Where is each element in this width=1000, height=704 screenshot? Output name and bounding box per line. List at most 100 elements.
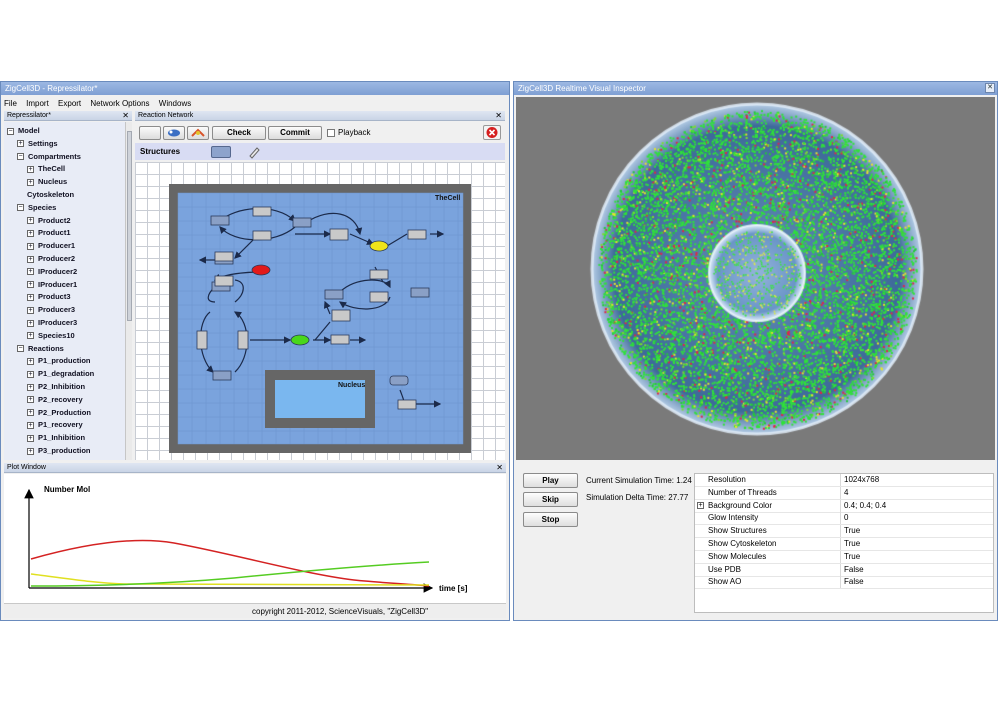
- tree-item[interactable]: + P2_recovery: [27, 394, 83, 406]
- add-species-button[interactable]: [163, 126, 185, 140]
- menu-network-options[interactable]: Network Options: [90, 98, 149, 109]
- tree-item[interactable]: + P1_Inhibition: [27, 432, 85, 444]
- tree-item[interactable]: + IProducer2: [27, 266, 77, 278]
- property-row[interactable]: Show AO False: [695, 576, 993, 590]
- property-row[interactable]: Show Structures True: [695, 525, 993, 539]
- property-row[interactable]: Show Molecules True: [695, 550, 993, 564]
- expand-icon[interactable]: +: [27, 421, 34, 429]
- property-value[interactable]: True: [844, 538, 860, 550]
- expand-icon[interactable]: +: [27, 268, 34, 276]
- expand-icon[interactable]: +: [27, 281, 34, 289]
- tree-item[interactable]: + Producer1: [27, 240, 75, 252]
- editor-titlebar: ZigCell3D - Repressilator*: [1, 82, 509, 95]
- expand-icon[interactable]: +: [27, 178, 34, 186]
- expand-icon[interactable]: +: [27, 217, 34, 225]
- tree-item[interactable]: − Model: [7, 125, 40, 137]
- menu-file[interactable]: File: [4, 98, 17, 109]
- tree-item[interactable]: + Nucleus: [27, 176, 67, 188]
- collapse-icon[interactable]: −: [17, 345, 24, 353]
- skip-button[interactable]: Skip: [523, 492, 578, 507]
- tree-item[interactable]: + Species10: [27, 330, 75, 342]
- expand-icon[interactable]: +: [27, 293, 34, 301]
- expand-icon[interactable]: +: [27, 357, 34, 365]
- tree-item[interactable]: + P3_production: [27, 445, 91, 457]
- tree-item[interactable]: + Product3: [27, 291, 71, 303]
- commit-button[interactable]: Commit: [268, 126, 322, 140]
- tree-item-label: P3_production: [38, 446, 91, 455]
- play-button[interactable]: Play: [523, 473, 578, 488]
- close-icon[interactable]: ✕: [122, 111, 129, 121]
- tree-item[interactable]: + TheCell: [27, 163, 65, 175]
- tree-item-label: IProducer2: [38, 266, 78, 276]
- tree-item[interactable]: − Species: [17, 202, 56, 214]
- expand-icon[interactable]: +: [27, 370, 34, 378]
- tree-item[interactable]: + Settings: [17, 138, 58, 150]
- tree-item[interactable]: + P1_degradation: [27, 368, 94, 380]
- tree-item[interactable]: + Product2: [27, 215, 71, 227]
- close-icon[interactable]: ✕: [985, 83, 995, 93]
- property-value[interactable]: True: [844, 551, 860, 563]
- property-value[interactable]: 1024x768: [844, 474, 879, 486]
- tree-item[interactable]: + Product1: [27, 227, 71, 239]
- tree-item-label: Nucleus: [38, 177, 68, 187]
- expand-icon[interactable]: +: [27, 447, 34, 455]
- property-row[interactable]: + Background Color 0.4; 0.4; 0.4: [695, 499, 993, 513]
- tree-item[interactable]: Cytoskeleton: [27, 189, 74, 201]
- tree-item[interactable]: + IProducer1: [27, 279, 77, 291]
- menu-windows[interactable]: Windows: [159, 98, 191, 109]
- collapse-icon[interactable]: −: [7, 127, 14, 135]
- expand-icon[interactable]: +: [27, 434, 34, 442]
- expand-icon[interactable]: +: [27, 319, 34, 327]
- column-divider: [840, 499, 841, 512]
- compartment-shape-icon[interactable]: [211, 146, 231, 158]
- collapse-icon[interactable]: −: [17, 153, 24, 161]
- expand-icon[interactable]: +: [27, 332, 34, 340]
- cell-render[interactable]: [516, 97, 995, 460]
- expand-icon[interactable]: +: [27, 229, 34, 237]
- tree-item[interactable]: + P1_recovery: [27, 419, 83, 431]
- check-button[interactable]: Check: [212, 126, 266, 140]
- tree-item[interactable]: + P2_Production: [27, 407, 91, 419]
- select-tool-button[interactable]: [139, 126, 161, 140]
- expand-icon[interactable]: +: [27, 396, 34, 404]
- expand-icon[interactable]: +: [27, 165, 34, 173]
- stop-button[interactable]: Stop: [523, 512, 578, 527]
- property-row[interactable]: Number of Threads 4: [695, 486, 993, 500]
- property-value[interactable]: 4: [844, 487, 848, 499]
- property-value[interactable]: True: [844, 525, 860, 537]
- property-value[interactable]: 0.4; 0.4; 0.4: [844, 500, 886, 512]
- expand-icon[interactable]: +: [27, 383, 34, 391]
- menu-import[interactable]: Import: [26, 98, 49, 109]
- tree-item[interactable]: − Compartments: [17, 151, 81, 163]
- tree-item[interactable]: + Producer2: [27, 253, 75, 265]
- tree-item[interactable]: + P2_Inhibition: [27, 381, 85, 393]
- expand-icon[interactable]: +: [27, 409, 34, 417]
- menu-export[interactable]: Export: [58, 98, 81, 109]
- network-diagram[interactable]: TheCell Nucleus: [135, 162, 505, 460]
- close-icon[interactable]: ✕: [496, 463, 503, 473]
- property-row[interactable]: Resolution 1024x768: [695, 474, 993, 487]
- expand-icon[interactable]: +: [17, 140, 24, 148]
- property-row[interactable]: Use PDB False: [695, 563, 993, 577]
- property-value[interactable]: False: [844, 564, 864, 576]
- tree-item[interactable]: − Reactions: [17, 343, 64, 355]
- expand-icon[interactable]: +: [27, 242, 34, 250]
- tree-item[interactable]: + P1_production: [27, 355, 91, 367]
- expand-icon[interactable]: +: [27, 306, 34, 314]
- add-reaction-button[interactable]: [187, 126, 209, 140]
- expand-icon[interactable]: +: [697, 501, 704, 509]
- tree-scroll-thumb[interactable]: [127, 131, 132, 321]
- playback-checkbox[interactable]: [327, 129, 335, 137]
- collapse-icon[interactable]: −: [17, 204, 24, 212]
- pencil-icon[interactable]: [247, 145, 261, 159]
- delete-button[interactable]: [483, 125, 501, 140]
- tree-item[interactable]: + IProducer3: [27, 317, 77, 329]
- expand-icon[interactable]: +: [27, 255, 34, 263]
- property-row[interactable]: Show Cytoskeleton True: [695, 538, 993, 551]
- close-icon[interactable]: ✕: [495, 111, 502, 121]
- property-value[interactable]: 0: [844, 512, 848, 524]
- tree-scrollbar[interactable]: [125, 122, 132, 460]
- property-value[interactable]: False: [844, 576, 864, 588]
- tree-item[interactable]: + Producer3: [27, 304, 75, 316]
- property-row[interactable]: Glow Intensity 0: [695, 512, 993, 526]
